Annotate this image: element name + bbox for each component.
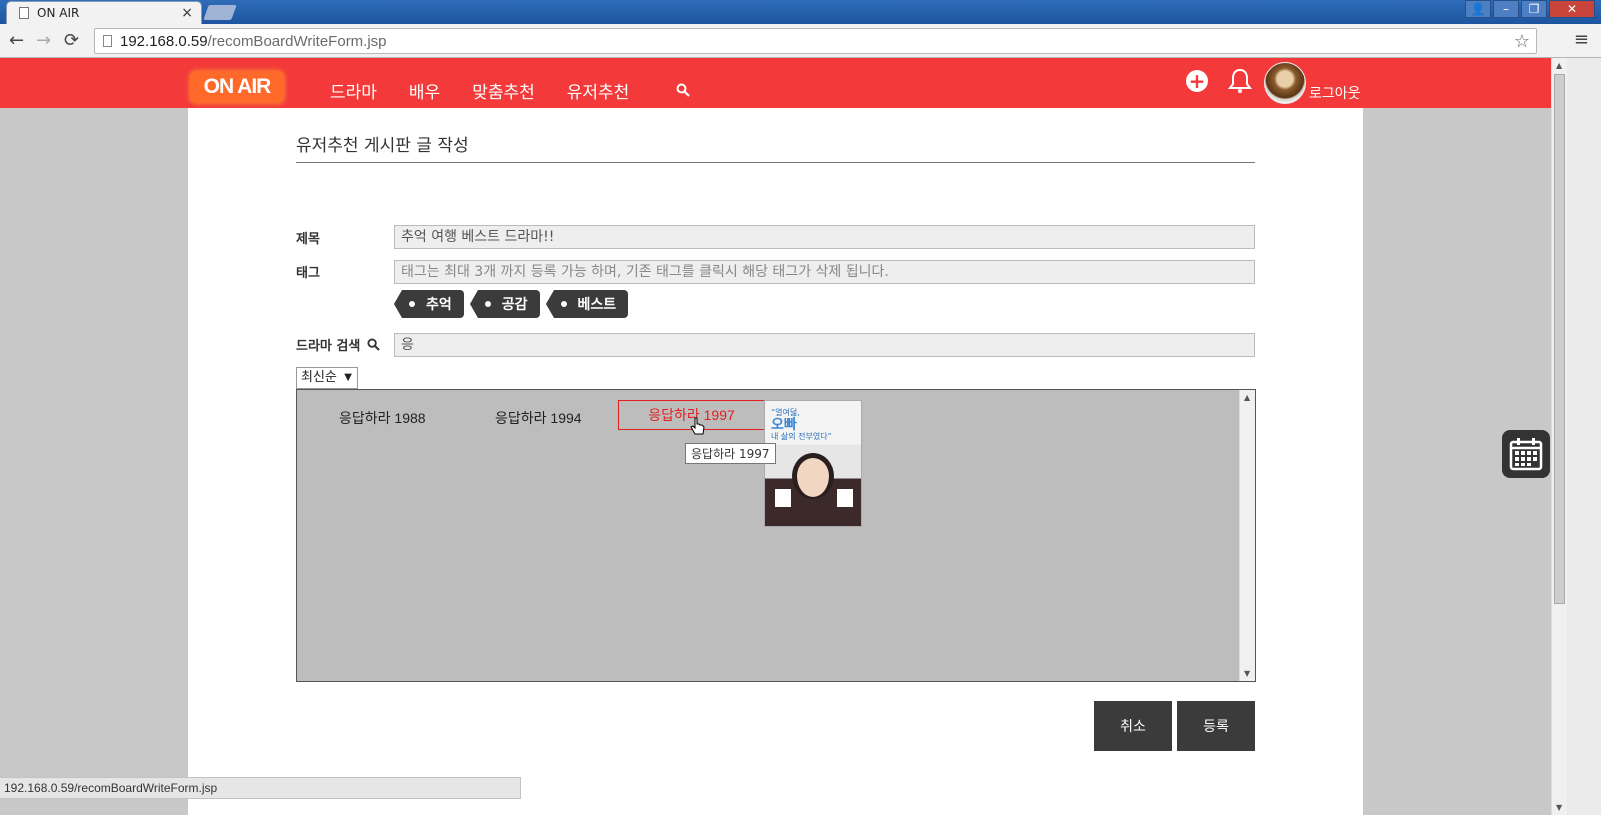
scroll-down-icon[interactable]: ▼ [1556, 803, 1562, 812]
calendar-icon[interactable] [1502, 430, 1550, 478]
sort-selected-value: 최신순 [301, 370, 337, 385]
url-path: /recomBoardWriteForm.jsp [207, 32, 387, 50]
new-tab-button[interactable] [203, 5, 237, 20]
document-icon [19, 7, 29, 19]
window-edge [1567, 58, 1601, 815]
tag-chip[interactable]: 베스트 [545, 290, 629, 318]
close-window-button[interactable]: ✕ [1549, 0, 1595, 18]
nav-item-drama[interactable]: 드라마 [330, 78, 377, 103]
page-scrollbar[interactable]: ▲ ▼ [1551, 58, 1567, 815]
tag-dot [560, 301, 567, 307]
tag-label-text: 추억 [426, 297, 452, 313]
tag-label: 태그 [296, 266, 320, 281]
reload-button[interactable]: ⟳ [64, 30, 79, 51]
search-icon[interactable] [676, 83, 690, 101]
left-margin [0, 108, 188, 815]
poster-copy: “열여덟, 오빠 내 삶의 전부였다” [771, 408, 832, 442]
tag-label-text: 베스트 [577, 297, 617, 313]
poster-copy-line: 내 삶의 전부였다” [771, 432, 832, 442]
title-input[interactable]: 추억 여행 베스트 드라마!! [394, 225, 1255, 249]
drama-results-list[interactable]: 응답하라 1988 응답하라 1994 응답하라 1997 “열여덟, 오빠 내… [296, 389, 1256, 682]
main-content: 유저추천 게시판 글 작성 제목 추억 여행 베스트 드라마!! 태그 태그는 … [188, 108, 1363, 815]
scroll-up-icon[interactable]: ▲ [1244, 393, 1250, 402]
nav-item-actor[interactable]: 배우 [409, 78, 440, 103]
page-title: 유저추천 게시판 글 작성 [296, 136, 469, 156]
status-bar: 192.168.0.59/recomBoardWriteForm.jsp [0, 777, 521, 799]
poster-hands [775, 489, 853, 507]
logo[interactable]: ON AIR [190, 71, 284, 103]
list-item[interactable]: 응답하라 1988 [339, 408, 426, 428]
address-bar: ← → ⟳ 192.168.0.59/recomBoardWriteForm.j… [0, 24, 1601, 58]
search-icon [367, 338, 380, 355]
tag-chip[interactable]: 공감 [469, 290, 540, 318]
page-icon [103, 35, 112, 47]
hand-cursor-icon [690, 417, 706, 441]
logout-link[interactable]: 로그아웃 [1309, 83, 1361, 103]
tag-list: 추억 공감 베스트 [394, 290, 629, 318]
drama-search-label-text: 드라마 검색 [296, 339, 361, 354]
nav-item-user-recommend[interactable]: 유저추천 [567, 78, 630, 103]
tag-dot [409, 301, 415, 307]
tab-title: ON AIR [37, 6, 80, 20]
url-host: 192.168.0.59 [120, 32, 208, 50]
tooltip: 응답하라 1997 [685, 443, 776, 464]
drama-poster-image: “열여덟, 오빠 내 삶의 전부였다” [764, 400, 862, 527]
maximize-button[interactable]: ❐ [1521, 0, 1547, 18]
nav-item-custom-recommend[interactable]: 맞춤추천 [472, 78, 535, 103]
sort-select[interactable]: 최신순 ▼ [296, 367, 358, 389]
browser-tab[interactable]: ON AIR × [6, 1, 202, 24]
tag-dot [484, 301, 491, 307]
cancel-button[interactable]: 취소 [1094, 701, 1172, 751]
plus-circle-icon[interactable]: + [1186, 70, 1208, 92]
tab-close-button[interactable]: × [181, 5, 193, 21]
tag-label-text: 공감 [501, 297, 528, 313]
tag-input[interactable]: 태그는 최대 3개 까지 등록 가능 하며, 기존 태그를 클릭시 해당 태그가… [394, 260, 1255, 284]
window-controls: 👤 – ❐ ✕ [1465, 0, 1595, 18]
url-input[interactable]: 192.168.0.59/recomBoardWriteForm.jsp ☆ [94, 28, 1537, 54]
forward-button[interactable]: → [36, 30, 51, 51]
poster-copy-big: 오빠 [771, 416, 797, 433]
browser-title-bar: ON AIR × 👤 – ❐ ✕ [0, 0, 1601, 24]
results-scrollbar[interactable]: ▲ ▼ [1239, 390, 1255, 681]
scrollbar-thumb[interactable] [1554, 74, 1565, 604]
title-label: 제목 [296, 232, 320, 247]
bell-icon[interactable] [1228, 68, 1252, 98]
submit-button[interactable]: 등록 [1177, 701, 1255, 751]
main-nav: 드라마 배우 맞춤추천 유저추천 [330, 78, 629, 103]
tag-chip[interactable]: 추억 [394, 290, 464, 318]
drama-search-label: 드라마 검색 [296, 335, 380, 355]
back-button[interactable]: ← [9, 30, 24, 51]
site-header: ON AIR 드라마 배우 맞춤추천 유저추천 + 로그아웃 [0, 58, 1551, 108]
browser-menu-icon[interactable]: ≡ [1574, 29, 1589, 50]
chevron-down-icon: ▼ [344, 372, 352, 383]
divider [296, 162, 1255, 163]
url-text: 192.168.0.59/recomBoardWriteForm.jsp [120, 33, 387, 50]
minimize-button[interactable]: – [1493, 0, 1519, 18]
scroll-up-icon[interactable]: ▲ [1556, 61, 1562, 70]
drama-search-input[interactable]: 응 [394, 333, 1255, 357]
scroll-down-icon[interactable]: ▼ [1244, 669, 1250, 678]
bookmark-star-icon[interactable]: ☆ [1514, 31, 1530, 52]
user-icon[interactable]: 👤 [1465, 0, 1491, 18]
avatar[interactable] [1264, 62, 1306, 104]
list-item[interactable]: 응답하라 1994 [495, 408, 582, 428]
